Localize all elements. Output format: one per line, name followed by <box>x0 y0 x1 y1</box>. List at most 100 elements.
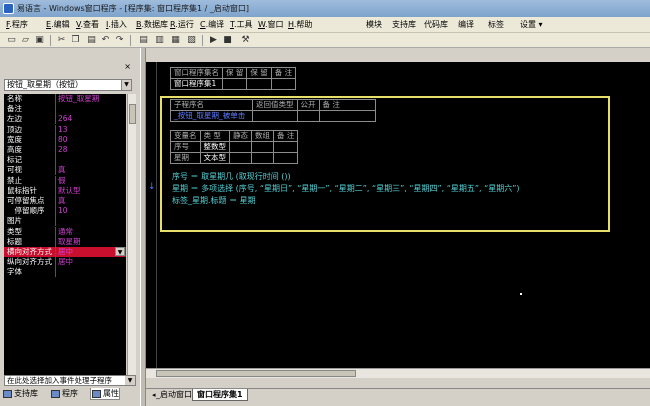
subroutine-name[interactable]: _按钮_取星期_被单击 <box>170 110 253 122</box>
property-row[interactable]: 标记 <box>4 155 126 166</box>
property-name: 宽度 <box>7 134 22 144</box>
var-name[interactable]: 星期 <box>170 152 201 164</box>
property-value[interactable]: 默认型 <box>58 186 81 196</box>
menu-tools[interactable]: T.工具 <box>230 19 252 30</box>
tab-assembly[interactable]: 窗口程序集1 <box>192 389 248 401</box>
var-type[interactable]: 文本型 <box>199 152 230 164</box>
new-file-icon[interactable]: ▭ <box>6 35 17 46</box>
tab-properties[interactable]: 属性 <box>90 388 120 400</box>
property-name: 名称 <box>7 94 22 103</box>
stop-icon[interactable]: ■ <box>222 35 233 46</box>
menu-compile[interactable]: C.编译 <box>200 19 224 30</box>
property-row[interactable]: 名称 按钮_取星期 <box>4 94 126 104</box>
property-row[interactable]: 顶边 13 <box>4 124 126 135</box>
compile-icon[interactable]: ⚒ <box>240 35 251 46</box>
menu-program[interactable]: F.程序 <box>6 19 28 30</box>
menu-code-lib[interactable]: 代码库 <box>424 19 448 30</box>
col-header: 保 留 <box>221 67 248 79</box>
property-row[interactable]: 鼠标指针 默认型 <box>4 185 126 196</box>
undo-icon[interactable]: ↶ <box>100 35 111 46</box>
view-icon-4[interactable]: ▧ <box>186 35 197 46</box>
grid-divider <box>55 175 56 186</box>
menu-support-lib[interactable]: 支持库 <box>392 19 416 30</box>
property-value[interactable]: 居中 <box>58 257 73 267</box>
tab-program[interactable]: 程序 <box>50 388 78 400</box>
property-value[interactable]: 28 <box>58 145 68 155</box>
menu-tags[interactable]: 标签 <box>488 19 504 30</box>
menu-edit[interactable]: E.编辑 <box>46 19 70 30</box>
property-value[interactable]: 264 <box>58 114 72 124</box>
property-scrollbar[interactable] <box>127 94 136 376</box>
property-value[interactable]: 10 <box>58 206 68 216</box>
property-value[interactable]: 真 <box>58 165 66 175</box>
copy-icon[interactable]: ❐ <box>70 35 81 46</box>
scroll-thumb[interactable] <box>129 104 136 124</box>
property-value[interactable]: 80 <box>58 135 68 145</box>
run-icon[interactable]: ▶ <box>208 35 219 46</box>
code-line[interactable]: 序号 ＝ 取星期几 (取现行时间 ()) <box>172 171 291 182</box>
col-header: 类 型 <box>199 130 230 142</box>
property-row[interactable]: 标题 取星期 <box>4 236 126 247</box>
menu-run[interactable]: R.运行 <box>170 19 194 30</box>
chevron-down-icon[interactable]: ▼ <box>121 80 131 90</box>
property-row[interactable]: 可视 真 <box>4 165 126 176</box>
property-row[interactable]: 可停留焦点 真 <box>4 196 126 206</box>
property-row[interactable]: 高度 28 <box>4 145 126 155</box>
grid-divider <box>55 124 56 135</box>
view-icon-1[interactable]: ▤ <box>138 35 149 46</box>
code-editor[interactable]: ↓ 窗口程序集名 保 留 保 留 备 注 窗口程序集1 子程序名 返回值类型 公… <box>146 62 650 368</box>
menu-settings[interactable]: 设置 ▾ <box>520 19 543 30</box>
var-type[interactable]: 整数型 <box>199 141 230 153</box>
property-row[interactable]: 备注 <box>4 104 126 115</box>
menu-window[interactable]: W.窗口 <box>258 19 284 30</box>
property-row[interactable]: 纵向对齐方式 居中 <box>4 257 126 268</box>
save-icon[interactable]: ▣ <box>34 35 45 46</box>
menu-module[interactable]: 模块 <box>366 19 382 30</box>
menu-insert[interactable]: I.插入 <box>106 19 127 30</box>
property-row[interactable]: 停留顺序 10 <box>4 206 126 217</box>
property-name: 鼠标指针 <box>7 185 37 195</box>
chevron-down-icon[interactable]: ▼ <box>125 376 135 385</box>
property-value[interactable]: 按钮_取星期 <box>58 94 99 104</box>
property-row[interactable]: 宽度 80 <box>4 134 126 145</box>
tab-support-lib[interactable]: 支持库 <box>2 388 38 400</box>
chevron-down-icon[interactable]: ▼ <box>115 247 125 256</box>
menu-database[interactable]: B.数据库 <box>136 19 168 30</box>
property-row[interactable]: 图片 <box>4 216 126 227</box>
property-row[interactable]: 横向对齐方式 居中 ▼ <box>4 247 126 257</box>
property-value[interactable]: 假 <box>58 176 66 186</box>
menu-compile-right[interactable]: 编译 <box>458 19 474 30</box>
col-header: 子程序名 <box>170 99 253 111</box>
tab-startup-window[interactable]: _启动窗口 <box>152 389 196 401</box>
property-name: 禁止 <box>7 175 22 185</box>
code-line[interactable]: 标签_星期.标题 ＝ 星期 <box>172 195 256 206</box>
property-value[interactable]: 13 <box>58 125 68 135</box>
menu-view[interactable]: V.查看 <box>76 19 99 30</box>
property-value[interactable]: 真 <box>58 196 66 206</box>
code-hscrollbar[interactable] <box>146 368 650 378</box>
code-line[interactable]: 星期 ＝ 多项选择 (序号, “星期日”, “星期一”, “星期二”, “星期三… <box>172 183 520 194</box>
event-select[interactable]: 在此处选择加入事件处理子程序 ▼ <box>4 375 136 386</box>
property-row[interactable]: 左边 264 <box>4 114 126 125</box>
object-select[interactable]: 按钮_取星期（按钮） ▼ <box>4 79 132 91</box>
var-name[interactable]: 序号 <box>170 141 201 153</box>
view-icon-2[interactable]: ▥ <box>154 35 165 46</box>
property-row[interactable]: 字体 <box>4 267 126 278</box>
property-row[interactable]: 类型 通常 <box>4 226 126 237</box>
cursor-dot <box>520 293 522 295</box>
table-cell <box>251 141 274 153</box>
property-value[interactable]: 通常 <box>58 227 73 237</box>
paste-icon[interactable]: ▤ <box>86 35 97 46</box>
close-icon[interactable]: × <box>124 62 131 71</box>
redo-icon[interactable]: ↷ <box>114 35 125 46</box>
cut-icon[interactable]: ✂ <box>56 35 67 46</box>
menu-help[interactable]: H.帮助 <box>288 19 312 30</box>
property-value[interactable]: 取星期 <box>58 237 81 247</box>
open-folder-icon[interactable]: ▱ <box>20 35 31 46</box>
assembly-name[interactable]: 窗口程序集1 <box>170 78 223 90</box>
property-row[interactable]: 禁止 假 <box>4 175 126 186</box>
property-value[interactable]: 居中 <box>58 247 73 257</box>
view-icon-3[interactable]: ▦ <box>170 35 181 46</box>
scroll-thumb[interactable] <box>156 370 356 377</box>
col-header: 静态 <box>229 130 252 142</box>
